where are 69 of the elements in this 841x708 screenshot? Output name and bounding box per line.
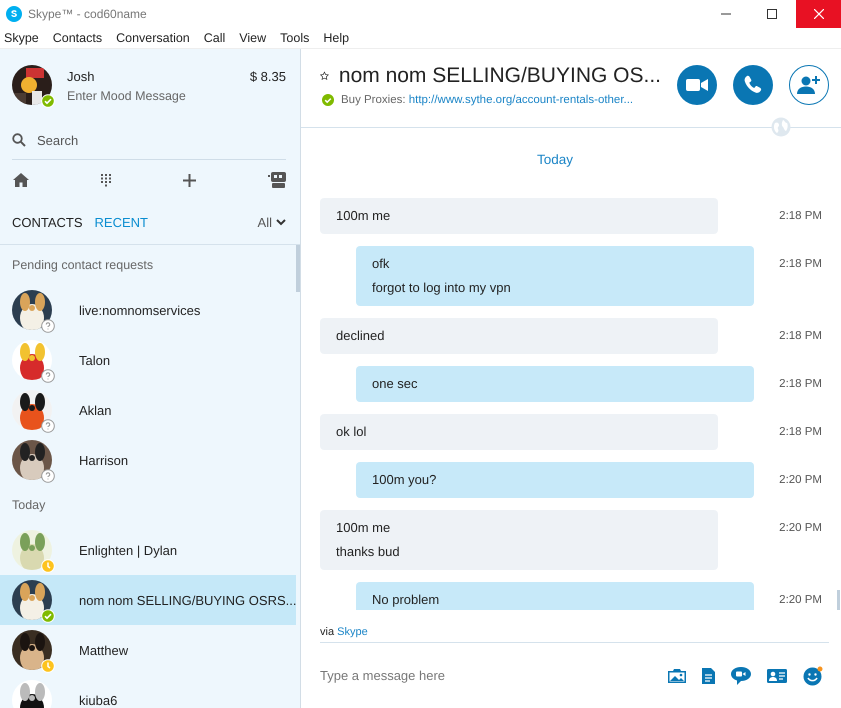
message-time: 2:18 PM xyxy=(779,378,822,390)
minimize-icon xyxy=(721,13,731,15)
received-message: declined xyxy=(320,318,718,354)
menu-item[interactable]: Conversation xyxy=(116,31,190,45)
mood-link[interactable]: http://www.sythe.org/account-rentals-other... xyxy=(408,94,634,106)
window-title: Skype™ - cod60name xyxy=(28,7,148,21)
profile-name: Josh xyxy=(67,69,96,84)
via-link[interactable]: Skype xyxy=(337,626,368,638)
contact-item[interactable]: kiuba6 xyxy=(0,675,296,708)
contact-item[interactable]: Matthew xyxy=(0,625,296,675)
dialpad-icon[interactable] xyxy=(101,174,111,186)
menu-item[interactable]: Call xyxy=(204,31,226,45)
section-heading: Today xyxy=(12,498,46,512)
message-time: 2:20 PM xyxy=(779,522,822,534)
credit-balance[interactable]: $ 8.35 xyxy=(250,65,286,84)
message-time: 2:18 PM xyxy=(779,258,822,270)
close-button[interactable] xyxy=(796,0,841,28)
message-time: 2:20 PM xyxy=(779,594,822,606)
received-message: ok lol xyxy=(320,414,718,450)
mood-message: Buy Proxies: http://www.sythe.org/account-rentals-other... xyxy=(341,94,634,106)
plus-icon[interactable] xyxy=(183,174,196,186)
add-person-icon xyxy=(797,75,821,95)
contact-item[interactable]: live:nomnomservices xyxy=(0,285,296,335)
chevron-down-icon xyxy=(276,218,286,226)
message-time: 2:20 PM xyxy=(779,474,822,486)
contact-item[interactable]: Aklan xyxy=(0,385,296,435)
contact-item[interactable]: Talon xyxy=(0,335,296,385)
menu-item[interactable]: Help xyxy=(323,31,350,45)
via-label: via Skype xyxy=(320,626,368,638)
message-time: 2:18 PM xyxy=(779,330,822,342)
message-time: 2:18 PM xyxy=(779,210,822,222)
phone-icon xyxy=(743,75,763,95)
received-message: 100m me xyxy=(320,198,718,234)
tab[interactable]: CONTACTS xyxy=(12,214,83,230)
emoticon-icon[interactable] xyxy=(803,666,823,686)
contact-card-icon[interactable] xyxy=(767,668,787,682)
filter-dropdown[interactable]: All xyxy=(258,214,286,230)
conversation-title: nom nom SELLING/BUYING OS... xyxy=(338,64,661,88)
message-time: 2:18 PM xyxy=(779,426,822,438)
menu-item[interactable]: Skype xyxy=(4,31,39,45)
sent-message: one sec xyxy=(356,366,754,402)
document-icon[interactable] xyxy=(702,668,715,684)
video-call-button[interactable] xyxy=(677,65,717,105)
call-button[interactable] xyxy=(733,65,773,105)
video-message-icon[interactable] xyxy=(731,666,751,684)
menu-item[interactable]: View xyxy=(239,31,266,45)
close-icon xyxy=(814,9,824,19)
menu-item[interactable]: Contacts xyxy=(52,31,102,45)
sent-message: No problem xyxy=(356,582,754,610)
scrollbar[interactable] xyxy=(837,590,840,610)
app-logo-icon xyxy=(6,6,22,22)
camera-icon[interactable] xyxy=(668,668,686,683)
add-people-button[interactable] xyxy=(789,65,829,105)
contact-item[interactable]: nom nom SELLING/BUYING OSRS... xyxy=(0,575,296,625)
menu-item[interactable]: Tools xyxy=(280,31,310,45)
mood-message-field[interactable]: Enter Mood Message xyxy=(67,89,250,103)
home-icon[interactable] xyxy=(13,173,29,187)
sent-message: ofk forgot to log into my vpn xyxy=(356,246,754,306)
message-input[interactable]: Type a message here xyxy=(320,668,652,683)
sent-message: 100m you? xyxy=(356,462,754,498)
search-field[interactable]: Search xyxy=(12,125,286,160)
contact-item[interactable]: Enlighten | Dylan xyxy=(0,525,296,575)
search-icon xyxy=(12,133,26,147)
maximize-icon xyxy=(767,9,777,19)
contact-item[interactable]: Harrison xyxy=(0,435,296,485)
section-heading: Pending contact requests xyxy=(12,258,154,272)
bot-icon[interactable] xyxy=(268,172,286,188)
video-camera-icon xyxy=(686,78,708,92)
received-message: 100m me thanks bud xyxy=(320,510,718,570)
